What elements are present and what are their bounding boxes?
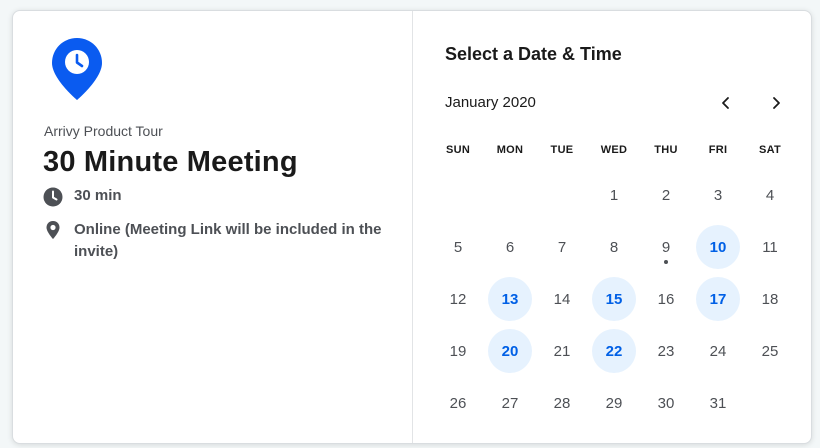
organizer-name: Arrivy Product Tour [44,123,163,139]
calendar-day: 18 [744,273,796,325]
month-label: January 2020 [445,94,536,111]
calendar-day: 25 [744,325,796,377]
calendar-blank-cell [536,169,588,221]
calendar-day: 9 [640,221,692,273]
calendar-day: 19 [432,325,484,377]
calendar-day-number: 6 [505,238,515,256]
calendar-day-number: 11 [762,238,778,256]
calendar-day: 30 [640,377,692,429]
calendar-day: 14 [536,273,588,325]
calendar-blank-cell [432,169,484,221]
calendar-day-number: 24 [709,342,727,360]
calendar-day-number[interactable]: 22 [592,329,636,373]
calendar-day-number: 7 [557,238,567,256]
calendar-blank-cell [484,169,536,221]
event-details-panel: Arrivy Product Tour 30 Minute Meeting 30… [13,11,413,443]
calendar-day-available[interactable]: 20 [484,325,536,377]
calendar-day: 1 [588,169,640,221]
calendar-day: 7 [536,221,588,273]
weekday-label: WED [600,144,628,156]
calendar-day-number[interactable]: 13 [488,277,532,321]
calendar-day-number: 8 [609,238,619,256]
weekday-label: TUE [550,144,574,156]
calendar-day-number: 3 [713,186,723,204]
next-month-button[interactable] [765,92,787,114]
calendar-day-number[interactable]: 20 [488,329,532,373]
calendar-day-number: 28 [553,394,571,412]
location-text: Online (Meeting Link will be included in… [74,221,382,260]
today-indicator-dot [664,260,668,264]
clock-pin-icon [52,38,102,100]
calendar-day-available[interactable]: 10 [692,221,744,273]
duration-text: 30 min [74,187,122,204]
calendar-day-number: 23 [657,342,675,360]
chevron-left-icon [722,97,729,109]
clock-icon [43,187,63,207]
location-pin-icon [46,221,60,239]
calendar-day-number: 30 [657,394,675,412]
calendar-day-number[interactable]: 10 [696,225,740,269]
date-picker-heading: Select a Date & Time [445,44,622,64]
page: Arrivy Product Tour 30 Minute Meeting 30… [0,0,820,448]
calendar-day-number: 4 [765,186,775,204]
booking-card: Arrivy Product Tour 30 Minute Meeting 30… [12,10,812,444]
previous-month-button[interactable] [715,92,737,114]
calendar-day-number: 2 [661,186,671,204]
event-title: 30 Minute Meeting [43,146,298,178]
location-row: Online (Meeting Link will be included in… [43,219,393,263]
calendar-day-available[interactable]: 15 [588,273,640,325]
calendar-day-number[interactable]: 17 [696,277,740,321]
calendar-day: 31 [692,377,744,429]
calendar-day: 5 [432,221,484,273]
calendar-day: 12 [432,273,484,325]
calendar-day-available[interactable]: 22 [588,325,640,377]
calendar-grid: 1 2 3 4 5 6 7 8 9 10 11 12 13 14 15 16 17 18 19 20 21 22 23 24 2… [432,169,796,429]
calendar-day: 29 [588,377,640,429]
calendar-day: 16 [640,273,692,325]
weekday-header: SUN MON TUE WED THU FRI SAT [432,144,796,156]
calendar-day: 6 [484,221,536,273]
calendar-day-number: 25 [761,342,779,360]
calendar-day-number: 18 [761,290,779,308]
calendar-day: 28 [536,377,588,429]
calendar-day: 24 [692,325,744,377]
calendar-day-available[interactable]: 17 [692,273,744,325]
calendar-day-number[interactable]: 15 [592,277,636,321]
calendar-day-number: 1 [609,186,619,204]
chevron-right-icon [773,97,780,109]
calendar-day: 8 [588,221,640,273]
weekday-label: SAT [758,144,782,156]
duration-row: 30 min [43,187,122,207]
calendar-day: 21 [536,325,588,377]
calendar-day-number: 21 [553,342,571,360]
calendar-day-number: 31 [709,394,727,412]
calendar-day: 11 [744,221,796,273]
calendar-day-number: 26 [449,394,467,412]
calendar-day-available[interactable]: 13 [484,273,536,325]
calendar-day: 23 [640,325,692,377]
weekday-label: MON [496,144,524,156]
calendar-day-number: 27 [501,394,519,412]
calendar-day-number: 12 [449,290,467,308]
calendar-day: 27 [484,377,536,429]
calendar-day: 26 [432,377,484,429]
weekday-label: THU [654,144,678,156]
weekday-label: FRI [708,144,728,156]
weekday-label: SUN [445,144,471,156]
calendar-day: 4 [744,169,796,221]
calendar-day: 2 [640,169,692,221]
calendar-day-number: 14 [553,290,571,308]
calendar-day: 3 [692,169,744,221]
date-picker-panel: Select a Date & Time January 2020 SUN MON… [413,11,811,443]
calendar-day-number: 5 [453,238,463,256]
calendar-day-number: 16 [657,290,675,308]
calendar-day-number: 19 [449,342,467,360]
calendar-day-number: 29 [605,394,623,412]
